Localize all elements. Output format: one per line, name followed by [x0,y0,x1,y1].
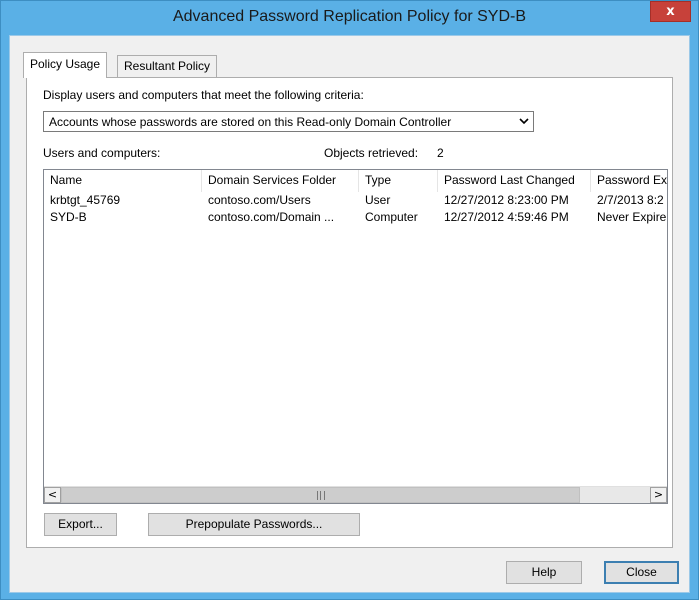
cell-folder: contoso.com/Users [208,193,311,207]
close-button[interactable]: Close [604,561,679,584]
title-bar[interactable]: Advanced Password Replication Policy for… [1,1,698,35]
tab-label: Resultant Policy [124,59,211,73]
export-button[interactable]: Export... [44,513,117,536]
tab-policy-usage[interactable]: Policy Usage [23,52,108,78]
cell-type: Computer [365,210,418,224]
table-row[interactable]: SYD-B contoso.com/Domain ... Computer 12… [44,209,667,226]
cell-password-last-changed: 12/27/2012 8:23:00 PM [444,193,569,207]
window-close-button[interactable]: x [650,1,691,22]
criteria-dropdown[interactable]: Accounts whose passwords are stored on t… [43,111,534,132]
chevron-left-icon: < [47,488,58,501]
grip-icon [316,491,325,500]
scroll-left-button[interactable]: < [44,487,61,503]
window-title: Advanced Password Replication Policy for… [172,8,527,25]
cell-password-expires: 2/7/2013 8:2 [597,193,664,207]
criteria-label: Display users and computers that meet th… [43,88,364,102]
criteria-selected-value: Accounts whose passwords are stored on t… [49,115,452,129]
cell-folder: contoso.com/Domain ... [208,210,335,224]
objects-retrieved-label: Objects retrieved: [324,146,419,160]
objects-retrieved-count: 2 [437,146,444,160]
cell-password-last-changed: 12/27/2012 4:59:46 PM [444,210,569,224]
policy-usage-panel: Display users and computers that meet th… [26,77,673,548]
dialog-client-area: Policy Usage Resultant Policy Display us… [9,35,690,593]
users-and-computers-label: Users and computers: [43,146,161,160]
horizontal-scrollbar[interactable]: < > [44,486,667,503]
close-icon: x [666,4,675,19]
scroll-right-button[interactable]: > [650,487,667,503]
cell-type: User [365,193,391,207]
scrollbar-thumb[interactable] [61,487,580,503]
dialog-window: Advanced Password Replication Policy for… [0,0,699,600]
table-row[interactable]: krbtgt_45769 contoso.com/Users User 12/2… [44,192,667,209]
users-computers-list[interactable]: Name Domain Services Folder Type Passwor… [43,169,668,504]
cell-password-expires: Never Expire [597,210,667,224]
column-header-name[interactable]: Name [44,170,202,192]
list-header: Name Domain Services Folder Type Passwor… [44,170,667,192]
cell-name: krbtgt_45769 [50,193,121,207]
cell-name: SYD-B [50,210,87,224]
prepopulate-passwords-button[interactable]: Prepopulate Passwords... [148,513,360,536]
chevron-right-icon: > [653,488,664,501]
column-header-folder[interactable]: Domain Services Folder [202,170,359,192]
column-header-type[interactable]: Type [359,170,438,192]
column-header-password-expires[interactable]: Password Ex [591,170,667,192]
tab-label: Policy Usage [30,57,101,71]
chevron-down-icon [519,118,529,125]
column-header-password-last-changed[interactable]: Password Last Changed [438,170,591,192]
help-button[interactable]: Help [506,561,582,584]
tab-resultant-policy[interactable]: Resultant Policy [117,55,218,77]
